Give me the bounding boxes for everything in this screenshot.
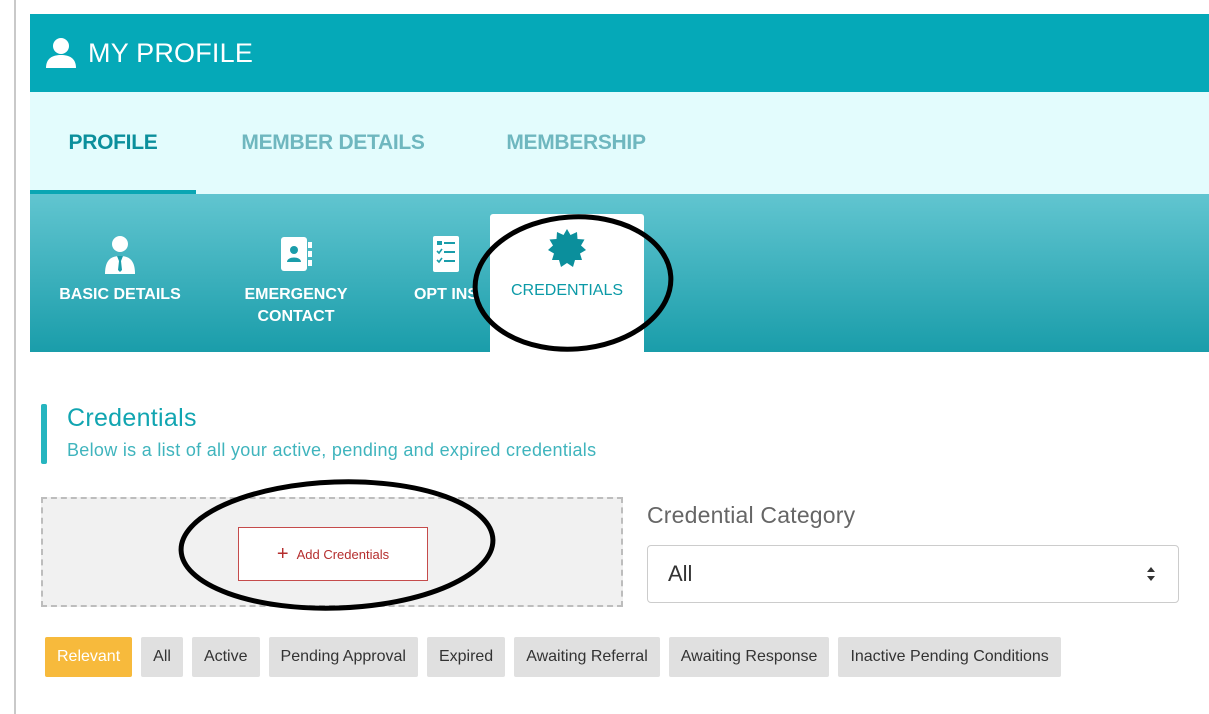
subtab-label-line: CONTACT [257, 308, 335, 325]
person-tie-icon [102, 232, 138, 276]
filter-pending-approval[interactable]: Pending Approval [268, 637, 418, 677]
add-credentials-dropzone: + Add Credentials [41, 497, 623, 607]
subtab-credentials[interactable]: CREDENTIALS [490, 214, 644, 352]
filter-all[interactable]: All [141, 637, 183, 677]
checklist-icon [432, 232, 460, 276]
page-header: MY PROFILE [30, 14, 1209, 92]
profile-tabs: PROFILE MEMBER DETAILS MEMBERSHIP [30, 92, 1209, 194]
section-subtitle: Below is a list of all your active, pend… [67, 440, 597, 460]
credential-category-select[interactable]: All [647, 545, 1179, 603]
subtab-label: EMERGENCY CONTACT [244, 284, 347, 328]
filter-inactive-pending-conditions[interactable]: Inactive Pending Conditions [838, 637, 1061, 677]
filter-active[interactable]: Active [191, 637, 260, 677]
tab-label: MEMBERSHIP [506, 131, 646, 154]
profile-app: MY PROFILE PROFILE MEMBER DETAILS MEMBER… [30, 14, 1209, 714]
section-title: Credentials [67, 404, 197, 432]
add-credentials-button[interactable]: + Add Credentials [238, 527, 428, 581]
section-accent-bar [41, 404, 47, 464]
filter-awaiting-response[interactable]: Awaiting Response [668, 637, 830, 677]
subtab-label: BASIC DETAILS [59, 286, 181, 303]
filter-relevant[interactable]: Relevant [45, 637, 133, 677]
contact-book-icon [279, 232, 313, 276]
credential-filters: Relevant All Active Pending Approval Exp… [45, 637, 1061, 677]
user-icon [46, 38, 76, 68]
subtab-label: CREDENTIALS [510, 282, 624, 299]
subtab-label: OPT INS [413, 286, 478, 303]
window-border [14, 0, 16, 714]
subtab-basic-details[interactable]: BASIC DETAILS [44, 194, 196, 352]
tab-membership[interactable]: MEMBERSHIP [496, 92, 656, 194]
select-arrows-icon [1147, 567, 1155, 581]
tab-label: MEMBER DETAILS [241, 131, 425, 154]
credential-category-label: Credential Category [647, 502, 856, 528]
badge-seal-icon [547, 226, 587, 270]
subtab-label-line: EMERGENCY [244, 286, 348, 303]
tab-member-details[interactable]: MEMBER DETAILS [226, 92, 440, 194]
add-credentials-label: Add Credentials [296, 546, 390, 562]
subtab-emergency-contact[interactable]: EMERGENCY CONTACT [226, 194, 366, 352]
tab-label: PROFILE [68, 131, 158, 154]
subtab-opt-ins[interactable]: OPT INS [396, 194, 496, 352]
tab-profile[interactable]: PROFILE [30, 92, 196, 194]
plus-icon: + [276, 543, 289, 565]
filter-awaiting-referral[interactable]: Awaiting Referral [514, 637, 660, 677]
credential-category-value: All [668, 561, 693, 586]
page-title: MY PROFILE [88, 37, 254, 68]
profile-subtabs: BASIC DETAILS EMERGENCY CONTACT OPT INS … [30, 194, 1209, 352]
filter-expired[interactable]: Expired [426, 637, 506, 677]
